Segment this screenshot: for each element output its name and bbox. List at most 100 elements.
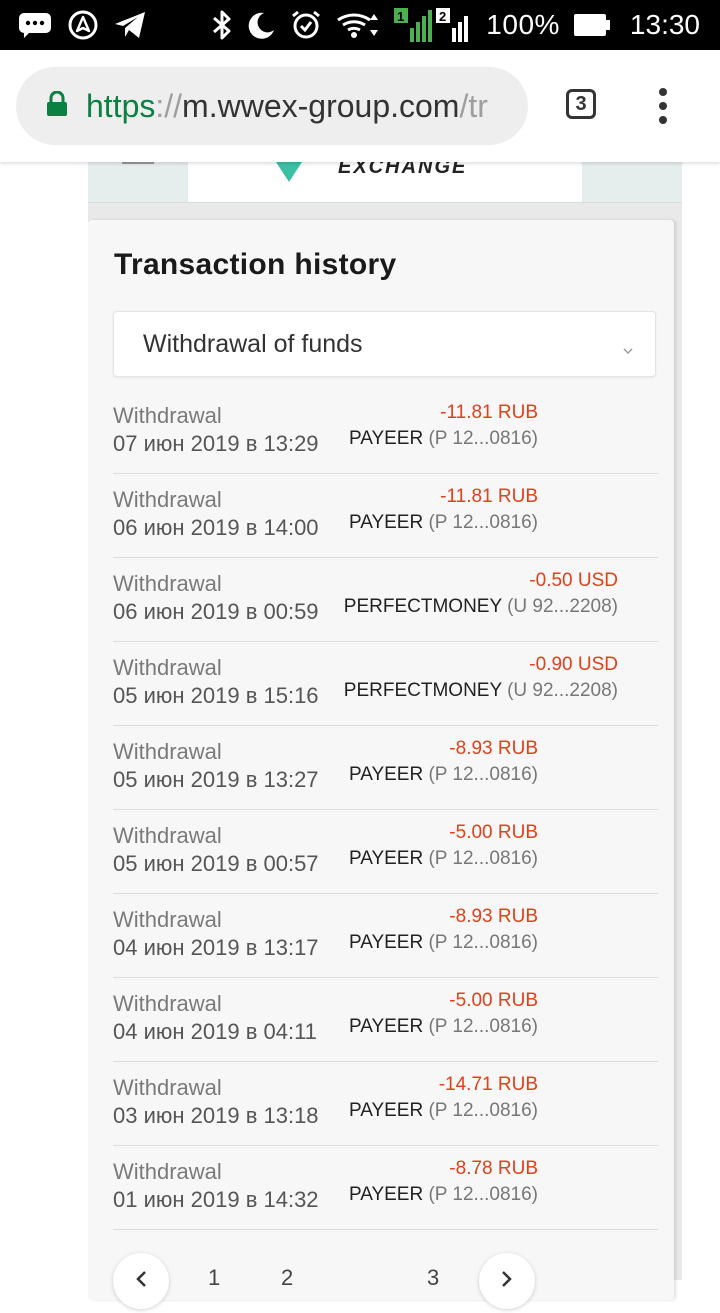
transaction-method: PAYEER (P 12...0816) xyxy=(349,428,538,450)
battery-icon xyxy=(573,13,610,37)
transaction-type: Withdrawal xyxy=(113,655,222,680)
bluetooth-icon xyxy=(212,9,232,41)
tab-switcher-button[interactable]: 3 xyxy=(566,89,596,119)
transaction-type: Withdrawal xyxy=(113,1075,222,1100)
payment-system: PAYEER xyxy=(348,1016,424,1037)
menu-dot-icon xyxy=(659,116,667,124)
transaction-date: 03 июн 2019 в 13:18 xyxy=(113,1103,319,1128)
transaction-method: PAYEER (P 12...0816) xyxy=(349,848,538,870)
payment-system: PAYEER xyxy=(348,764,424,785)
transaction-type-select[interactable]: Withdrawal of funds xyxy=(113,311,656,377)
payment-system: PAYEER xyxy=(348,512,424,533)
transaction-amount: -11.81 RUB xyxy=(440,402,538,423)
next-page-button[interactable] xyxy=(479,1253,535,1309)
payment-system: PAYEER xyxy=(348,428,424,449)
transaction-row: Withdrawal 06 июн 2019 в 00:59 -0.50 USD… xyxy=(113,558,658,642)
page-link[interactable]: 3 xyxy=(427,1265,439,1291)
site-header: EXCHANGE xyxy=(88,156,682,203)
url-separator: :// xyxy=(155,87,183,124)
url-path: /tr xyxy=(459,87,488,124)
transaction-type: Withdrawal xyxy=(113,739,222,764)
transaction-type: Withdrawal xyxy=(113,823,222,848)
payment-account: (P 12...0816) xyxy=(428,428,538,449)
payment-system: PERFECTMONEY xyxy=(343,596,502,617)
transaction-method: PAYEER (P 12...0816) xyxy=(349,764,538,786)
logo[interactable]: EXCHANGE xyxy=(188,156,582,202)
transaction-amount: -0.90 USD xyxy=(529,654,618,675)
payment-account: (P 12...0816) xyxy=(428,848,538,869)
clock: 13:30 xyxy=(629,9,700,40)
transaction-row: Withdrawal 05 июн 2019 в 15:16 -0.90 USD… xyxy=(113,642,658,726)
transaction-method: PAYEER (P 12...0816) xyxy=(349,1184,538,1206)
transaction-type: Withdrawal xyxy=(113,991,222,1016)
page-link[interactable]: 2 xyxy=(281,1265,293,1291)
payment-account: (P 12...0816) xyxy=(428,1016,538,1037)
transaction-type: Withdrawal xyxy=(113,487,222,512)
payment-account: (P 12...0816) xyxy=(428,1184,538,1205)
payment-account: (P 12...0816) xyxy=(428,1100,538,1121)
transaction-type: Withdrawal xyxy=(113,1159,222,1184)
lock-icon xyxy=(46,90,68,122)
payment-account: (U 92...2208) xyxy=(507,680,618,701)
page-title: Transaction history xyxy=(114,248,397,281)
transaction-method: PAYEER (P 12...0816) xyxy=(349,1016,538,1038)
chevron-right-icon xyxy=(501,1270,513,1293)
sim1-label: 1 xyxy=(397,9,404,24)
transaction-date: 04 июн 2019 в 04:11 xyxy=(113,1019,317,1044)
transaction-amount: -5.00 RUB xyxy=(449,822,538,843)
prev-page-button[interactable] xyxy=(113,1253,169,1309)
transaction-row: Withdrawal 07 июн 2019 в 13:29 -11.81 RU… xyxy=(113,390,658,474)
url-text[interactable]: https://m.wwex-group.com/tr xyxy=(86,88,506,125)
signal-icon: 12 xyxy=(394,8,472,42)
transaction-date: 05 июн 2019 в 13:27 xyxy=(113,767,319,792)
transaction-method: PAYEER (P 12...0816) xyxy=(349,512,538,534)
transaction-list: Withdrawal 07 июн 2019 в 13:29 -11.81 RU… xyxy=(113,390,658,1230)
transaction-row: Withdrawal 04 июн 2019 в 13:17 -8.93 RUB… xyxy=(113,894,658,978)
moon-icon xyxy=(246,10,276,40)
payment-account: (U 92...2208) xyxy=(507,596,618,617)
transaction-method: PERFECTMONEY (U 92...2208) xyxy=(344,596,618,618)
payment-account: (P 12...0816) xyxy=(428,512,538,533)
transaction-date: 06 июн 2019 в 14:00 xyxy=(113,515,319,540)
url-scheme: https xyxy=(86,87,156,124)
transaction-row: Withdrawal 05 июн 2019 в 00:57 -5.00 RUB… xyxy=(113,810,658,894)
transaction-type: Withdrawal xyxy=(113,907,222,932)
payment-system: PAYEER xyxy=(348,848,424,869)
transaction-row: Withdrawal 05 июн 2019 в 13:27 -8.93 RUB… xyxy=(113,726,658,810)
page-link[interactable]: 1 xyxy=(208,1265,220,1291)
logo-mark-icon xyxy=(276,162,302,189)
transaction-amount: -11.81 RUB xyxy=(440,486,538,507)
address-bar[interactable]: https://m.wwex-group.com/tr xyxy=(16,67,528,145)
payment-account: (P 12...0816) xyxy=(428,764,538,785)
menu-dot-icon xyxy=(659,102,667,110)
transaction-row: Withdrawal 03 июн 2019 в 13:18 -14.71 RU… xyxy=(113,1062,658,1146)
telegram-icon xyxy=(114,11,146,39)
status-bar: 12 100% 13:30 xyxy=(0,0,720,50)
transaction-history-card: Transaction history Withdrawal of funds … xyxy=(88,220,674,1309)
transaction-method: PAYEER (P 12...0816) xyxy=(349,1100,538,1122)
url-host: m.wwex-group.com xyxy=(182,87,460,124)
transaction-amount: -14.71 RUB xyxy=(438,1074,538,1095)
transaction-date: 04 июн 2019 в 13:17 xyxy=(113,935,319,960)
transaction-type: Withdrawal xyxy=(113,403,222,428)
wifi-icon xyxy=(336,10,380,40)
payment-system: PERFECTMONEY xyxy=(343,680,502,701)
nav-icon xyxy=(68,10,98,40)
tab-count: 3 xyxy=(566,89,596,119)
browser-menu-button[interactable] xyxy=(656,88,670,124)
alarm-icon xyxy=(290,9,322,41)
pagination: 1 2 3 xyxy=(113,1253,658,1313)
transaction-row: Withdrawal 06 июн 2019 в 14:00 -11.81 RU… xyxy=(113,474,658,558)
transaction-date: 06 июн 2019 в 00:59 xyxy=(113,599,319,624)
transaction-date: 05 июн 2019 в 00:57 xyxy=(113,851,319,876)
transaction-method: PERFECTMONEY (U 92...2208) xyxy=(344,680,618,702)
transaction-amount: -5.00 RUB xyxy=(449,990,538,1011)
sim2-label: 2 xyxy=(439,9,446,24)
transaction-amount: -0.50 USD xyxy=(529,570,618,591)
payment-system: PAYEER xyxy=(348,1100,424,1121)
transaction-amount: -8.78 RUB xyxy=(449,1158,538,1179)
chat-icon xyxy=(18,12,52,38)
transaction-amount: -8.93 RUB xyxy=(449,738,538,759)
browser-toolbar: https://m.wwex-group.com/tr 3 xyxy=(0,50,720,162)
chevron-left-icon xyxy=(135,1270,147,1293)
